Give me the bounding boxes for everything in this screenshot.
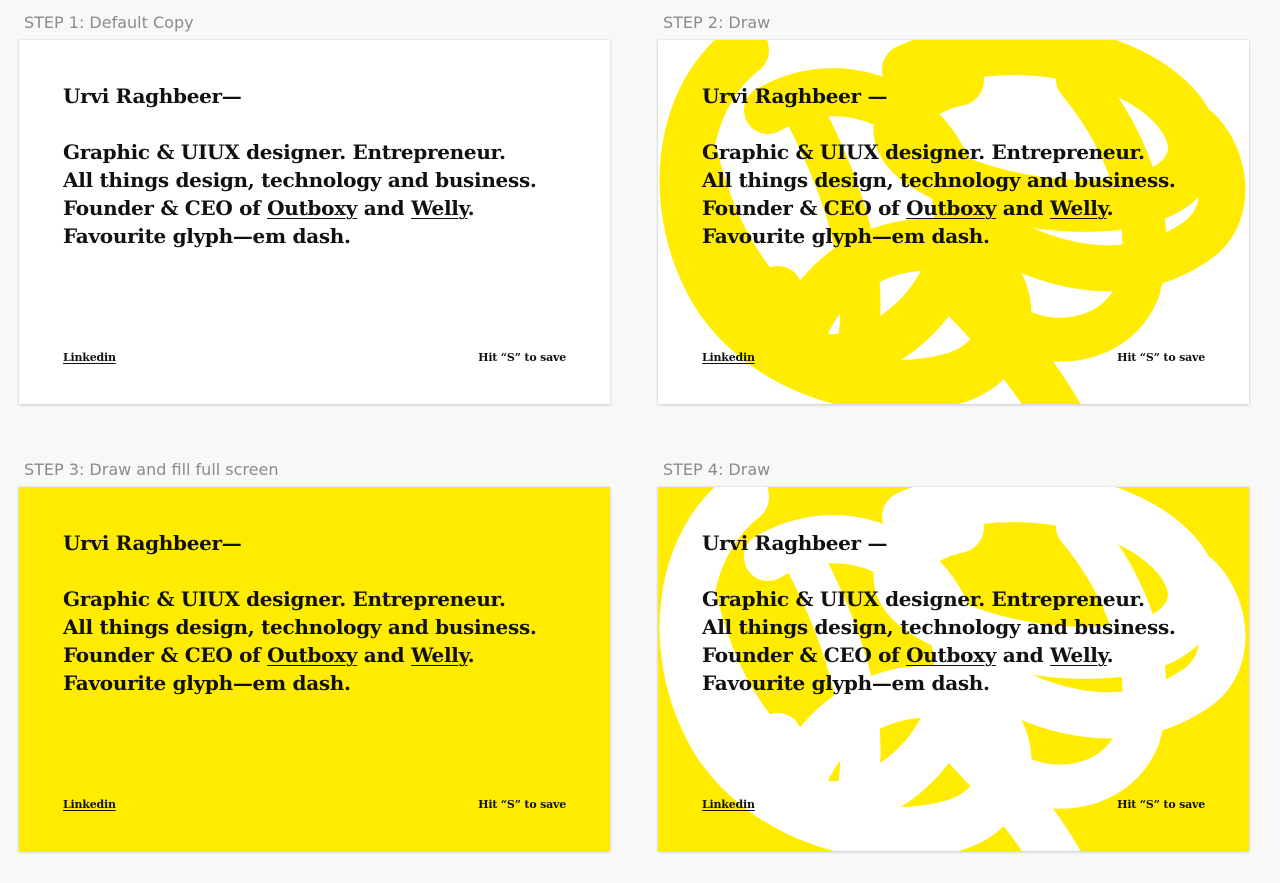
outboxy-link[interactable]: Outboxy bbox=[906, 643, 996, 667]
welly-link[interactable]: Welly bbox=[411, 196, 468, 220]
outboxy-link[interactable]: Outboxy bbox=[267, 643, 357, 667]
bio-line-3-middle: and bbox=[357, 643, 412, 667]
card-copy: Urvi Raghbeer — Graphic & UIUX designer.… bbox=[702, 529, 1176, 697]
step-4-card[interactable]: Urvi Raghbeer — Graphic & UIUX designer.… bbox=[658, 487, 1249, 851]
author-name: Urvi Raghbeer— bbox=[63, 84, 242, 108]
welly-link[interactable]: Welly bbox=[411, 643, 468, 667]
author-name: Urvi Raghbeer — bbox=[702, 84, 888, 108]
save-hint: Hit “S” to save bbox=[478, 798, 566, 811]
save-hint: Hit “S” to save bbox=[478, 351, 566, 364]
bio-line-3-prefix: Founder & CEO of bbox=[63, 643, 268, 667]
linkedin-link[interactable]: Linkedin bbox=[63, 351, 116, 364]
bio-line-3: Founder & CEO of Outboxy and Welly. bbox=[702, 194, 1176, 222]
card-copy: Urvi Raghbeer— Graphic & UIUX designer. … bbox=[63, 82, 537, 250]
bio-line-2: All things design, technology and busine… bbox=[702, 615, 1176, 639]
step-1-label: STEP 1: Default Copy bbox=[24, 13, 194, 32]
bio-line-2: All things design, technology and busine… bbox=[63, 168, 537, 192]
card-copy: Urvi Raghbeer— Graphic & UIUX designer. … bbox=[63, 529, 537, 697]
bio-line-3: Founder & CEO of Outboxy and Welly. bbox=[63, 641, 537, 669]
linkedin-link[interactable]: Linkedin bbox=[702, 351, 755, 364]
step-1-card[interactable]: Urvi Raghbeer— Graphic & UIUX designer. … bbox=[19, 40, 610, 404]
bio-line-3-prefix: Founder & CEO of bbox=[702, 196, 907, 220]
bio-line-3: Founder & CEO of Outboxy and Welly. bbox=[63, 194, 537, 222]
bio-line-4: Favourite glyph—em dash. bbox=[702, 671, 990, 695]
bio-line-3-suffix: . bbox=[467, 643, 475, 667]
outboxy-link[interactable]: Outboxy bbox=[267, 196, 357, 220]
step-3-label: STEP 3: Draw and fill full screen bbox=[24, 460, 279, 479]
bio-line-1: Graphic & UIUX designer. Entrepreneur. bbox=[702, 140, 1145, 164]
author-name: Urvi Raghbeer — bbox=[702, 531, 888, 555]
bio-line-3-middle: and bbox=[996, 196, 1051, 220]
step-2-label: STEP 2: Draw bbox=[663, 13, 771, 32]
author-name: Urvi Raghbeer— bbox=[63, 531, 242, 555]
step-2-card[interactable]: Urvi Raghbeer — Graphic & UIUX designer.… bbox=[658, 40, 1249, 404]
linkedin-link[interactable]: Linkedin bbox=[702, 798, 755, 811]
bio-line-4: Favourite glyph—em dash. bbox=[63, 671, 351, 695]
bio-line-2: All things design, technology and busine… bbox=[63, 615, 537, 639]
bio-line-3: Founder & CEO of Outboxy and Welly. bbox=[702, 641, 1176, 669]
step-3-card[interactable]: Urvi Raghbeer— Graphic & UIUX designer. … bbox=[19, 487, 610, 851]
bio-line-4: Favourite glyph—em dash. bbox=[63, 224, 351, 248]
bio-line-4: Favourite glyph—em dash. bbox=[702, 224, 990, 248]
bio-line-2: All things design, technology and busine… bbox=[702, 168, 1176, 192]
bio-line-3-prefix: Founder & CEO of bbox=[63, 196, 268, 220]
bio-line-1: Graphic & UIUX designer. Entrepreneur. bbox=[702, 587, 1145, 611]
bio-line-3-middle: and bbox=[996, 643, 1051, 667]
bio-line-1: Graphic & UIUX designer. Entrepreneur. bbox=[63, 587, 506, 611]
bio-line-3-suffix: . bbox=[1106, 196, 1114, 220]
bio-line-3-prefix: Founder & CEO of bbox=[702, 643, 907, 667]
save-hint: Hit “S” to save bbox=[1117, 351, 1205, 364]
welly-link[interactable]: Welly bbox=[1050, 643, 1107, 667]
welly-link[interactable]: Welly bbox=[1050, 196, 1107, 220]
bio-line-3-suffix: . bbox=[1106, 643, 1114, 667]
save-hint: Hit “S” to save bbox=[1117, 798, 1205, 811]
bio-line-3-middle: and bbox=[357, 196, 412, 220]
step-4-label: STEP 4: Draw bbox=[663, 460, 771, 479]
bio-line-1: Graphic & UIUX designer. Entrepreneur. bbox=[63, 140, 506, 164]
outboxy-link[interactable]: Outboxy bbox=[906, 196, 996, 220]
bio-line-3-suffix: . bbox=[467, 196, 475, 220]
card-copy: Urvi Raghbeer — Graphic & UIUX designer.… bbox=[702, 82, 1176, 250]
linkedin-link[interactable]: Linkedin bbox=[63, 798, 116, 811]
